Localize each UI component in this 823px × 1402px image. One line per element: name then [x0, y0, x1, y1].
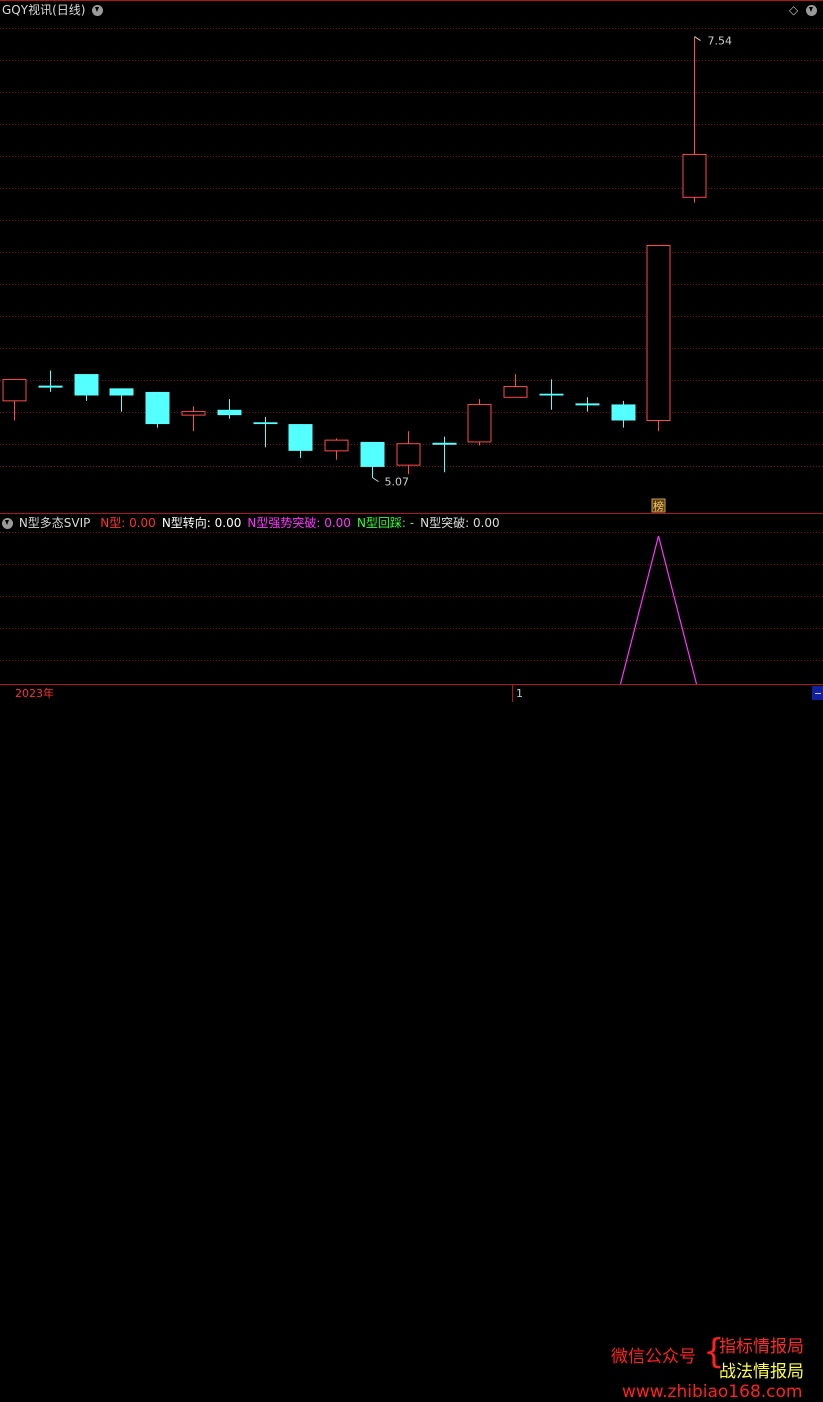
- candle-body-10: [360, 441, 385, 467]
- diamond-icon[interactable]: ◇: [789, 3, 798, 17]
- main-title: GQY视讯(日线): [2, 3, 86, 17]
- candle-body-13: [467, 403, 492, 443]
- candle-body-0: [2, 378, 27, 402]
- candle-body-4: [145, 391, 170, 425]
- window-controls: ◇: [789, 3, 817, 17]
- candle-body-11: [396, 443, 421, 466]
- chart-window: 7.54 5.07 榜 2023年 1 GQY视讯(日线) ◇ N型多态SVIP N型:…: [0, 0, 823, 1402]
- candle-body-18: [646, 245, 671, 421]
- main-header: GQY视讯(日线): [2, 3, 104, 17]
- indicator-value-1: N型转向: 0.00: [161, 516, 242, 530]
- candle-body-6: [217, 409, 242, 416]
- indicator-value-4: N型突破: 0.00: [420, 516, 500, 530]
- page-marker: 1: [516, 687, 523, 700]
- high-pointer: [694, 36, 701, 41]
- settings-dropdown-icon[interactable]: [806, 5, 817, 16]
- candle-body-9: [324, 439, 349, 452]
- candle-body-14: [503, 386, 528, 398]
- candle-body-5: [181, 411, 206, 416]
- candle-body-7: [253, 422, 278, 425]
- candle-body-17: [611, 404, 636, 421]
- year-axis-label: 2023年: [15, 686, 54, 700]
- candle-body-19: [682, 153, 707, 198]
- watermark-wechat: 微信公众号: [611, 1347, 696, 1367]
- indicator-menu-icon[interactable]: [2, 518, 13, 529]
- indicator-header: N型多态SVIP N型: 0.00 N型转向: 0.00 N型强势突破: 0.00 N…: [2, 516, 500, 530]
- candle-body-15: [539, 393, 564, 396]
- watermark-line1: 指标情报局: [719, 1337, 804, 1357]
- candle-body-3: [109, 388, 134, 396]
- kline-chart: 7.54 5.07 榜 2023年 1: [0, 0, 823, 702]
- indicator-value-3: N型回踩: -: [356, 516, 415, 530]
- badge-icon: 榜: [653, 499, 664, 513]
- low-price-label: 5.07: [385, 476, 410, 489]
- indicator-value-2: N型强势突破: 0.00: [247, 516, 351, 530]
- candle-body-2: [74, 374, 99, 396]
- signal-line: [619, 535, 698, 685]
- candle-body-8: [288, 424, 313, 451]
- main-menu-dropdown-icon[interactable]: [92, 5, 104, 16]
- low-pointer: [372, 477, 379, 483]
- watermark-line2: 战法情报局: [719, 1362, 804, 1382]
- indicator-name: N型多态SVIP: [18, 516, 91, 530]
- high-price-label: 7.54: [708, 35, 733, 48]
- indicator-value-0: N型: 0.00: [100, 516, 156, 530]
- watermark-url: www.zhibiao168.com: [622, 1382, 803, 1402]
- indicator-values: N型: 0.00 N型转向: 0.00 N型强势突破: 0.00 N型回踩: - N型突…: [94, 516, 499, 530]
